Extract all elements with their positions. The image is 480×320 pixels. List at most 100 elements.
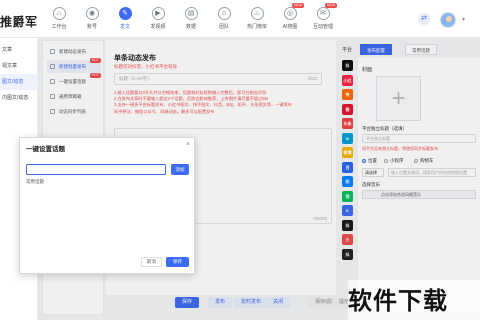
platform-bilibili-icon[interactable]: B	[342, 132, 353, 144]
video-icon: ▶	[151, 7, 165, 20]
common-topics-label: 常用话题	[26, 179, 44, 184]
document-icon	[50, 94, 55, 99]
platform-xiaohongshu-icon[interactable]: 小红	[342, 74, 353, 86]
nav-label: 互动管理	[312, 24, 333, 30]
platform-kuaishou-icon[interactable]: 快	[342, 89, 353, 100]
action-button[interactable]: 关闭	[266, 297, 291, 308]
right-tabs: 平台 发布配置 常用话题	[342, 44, 480, 56]
app-logo[interactable]: 推爵军	[0, 13, 38, 30]
chevron-down-icon[interactable]: ▾	[462, 16, 465, 23]
cover-label: 封面	[362, 67, 373, 73]
nav-item-post[interactable]: ✎ 发文	[110, 7, 140, 30]
platform-baijia-icon[interactable]: 百	[342, 161, 353, 173]
sidebar-item[interactable]: 图文/动态	[0, 74, 38, 90]
radio-option[interactable]: 位置	[362, 158, 377, 164]
set-topic-dialog: 一键设置话题 × 添加 常用话题 取消 保存	[19, 137, 195, 274]
platform-title-input[interactable]: 平台独立标题	[362, 134, 476, 143]
platform-label: 平台	[342, 47, 353, 53]
avatar-head	[446, 16, 452, 22]
watermark-text: 软件下载	[348, 287, 448, 315]
location-search-input[interactable]: 输入位置关键词，搜索用户所在的地理位置	[388, 168, 476, 177]
new-badge: NEW	[325, 3, 338, 8]
radio-option[interactable]: 购物车	[414, 158, 434, 164]
nav-item-ai-image[interactable]: ◎ NEW AI搜图	[275, 3, 305, 30]
home-icon-glyph: ⌂	[56, 10, 62, 17]
sidebar-item[interactable]: 视文章	[0, 58, 38, 74]
title-input[interactable]: 标题（0~20字） 0/20	[114, 73, 322, 85]
submenu-item[interactable]: 一键设置话题 HOT	[47, 73, 101, 88]
radio-label: 购物车	[420, 158, 434, 163]
nav-item-interaction[interactable]: ✉ NEW 互动管理	[308, 3, 338, 30]
hot-badge: HOT	[89, 73, 101, 78]
submenu-item[interactable]: 动态同步列表	[47, 105, 101, 118]
radio-button[interactable]	[362, 158, 366, 163]
platform-weibo-icon[interactable]: 微	[342, 103, 353, 115]
home-icon: ⌂	[52, 7, 66, 20]
platform-list: 抖小红快微头条 B 微博百知视 K 抖火抖	[342, 60, 354, 315]
submenu-item[interactable]: 新建动态发布	[47, 45, 101, 58]
cancel-button[interactable]: 取消	[141, 257, 162, 267]
radio-button[interactable]	[384, 158, 388, 163]
nav-item-home[interactable]: ⌂ 工作台	[44, 7, 74, 30]
submenu-label: 一键设置话题	[59, 79, 86, 84]
location-select[interactable]: 请选择	[362, 168, 384, 177]
page-title: 单条动态发布	[114, 55, 156, 62]
ai-image-icon: ◎	[283, 7, 297, 20]
submenu-item[interactable]: 通用草稿箱	[47, 90, 101, 103]
platform-douyin-icon[interactable]: 抖	[342, 60, 353, 71]
sidebar-item[interactable]: 内图文/动态	[0, 90, 38, 106]
title-hint: 标题仅对抖音、小红书平台有效	[114, 64, 177, 69]
document-icon	[50, 49, 55, 54]
nav-item-team[interactable]: ☺ 团队	[209, 7, 239, 30]
platform-douyin2-icon[interactable]: 抖	[342, 219, 353, 231]
nav-item-data[interactable]: ▤ 数据	[176, 7, 206, 30]
music-label: 选择音乐	[362, 182, 380, 187]
nav-label: 工作台	[51, 24, 67, 30]
nav-label: 发视频	[150, 24, 166, 30]
interaction-icon-glyph: ✉	[320, 10, 326, 17]
action-button[interactable]: 保存	[175, 297, 200, 308]
submenu-label: 新建批量发布	[59, 64, 86, 69]
submenu-item[interactable]: 新建批量发布 HOT	[47, 58, 101, 73]
cover-upload[interactable]: +	[376, 76, 421, 121]
dialog-title: 一键设置话题	[26, 146, 65, 153]
nav-label: AI搜图	[282, 24, 298, 30]
close-icon[interactable]: ×	[186, 141, 190, 148]
submenu-label: 动态同步列表	[59, 109, 86, 114]
save-button[interactable]: 保存	[166, 257, 189, 267]
top-bar: 推爵军 ⌂ 工作台 ◉ 账号 ✎ 发文 ▶ 发视频 ▤ 数据 ☺ 团队 ♨ 热门榜单 ◎ NEW AI搜图 ✉ NE…	[0, 0, 480, 38]
radio-button[interactable]	[414, 158, 418, 163]
account-icon: ◉	[85, 7, 99, 20]
radio-option[interactable]: 小程序	[384, 158, 404, 164]
hot-badge: HOT	[89, 58, 101, 63]
avatar[interactable]	[440, 12, 456, 28]
watermark: 软件下载	[348, 280, 480, 320]
interaction-icon: ✉	[316, 7, 330, 20]
nav-item-hot-list[interactable]: ♨ 热门榜单	[242, 7, 272, 30]
tips-list: 1.输入话题要以#开头并以空格结束，话题和好友昵称输入完整后，即可在前台识别 2.…	[114, 90, 324, 115]
new-badge: NEW	[292, 3, 305, 8]
nav-label: 热门榜单	[246, 24, 267, 30]
tab-common-topics[interactable]: 常用话题	[405, 44, 437, 55]
platform-weibo2-icon[interactable]: 微博	[342, 147, 353, 158]
user-switch-icon[interactable]: ⇄	[418, 13, 430, 25]
add-topic-button[interactable]: 添加	[171, 164, 189, 175]
platform-douyin3-icon[interactable]: 抖	[342, 248, 353, 260]
action-button[interactable]: 定时发布	[234, 297, 269, 308]
nav-item-account[interactable]: ◉ 账号	[77, 7, 107, 30]
platform-toutiao-icon[interactable]: 头条	[342, 118, 353, 129]
document-icon	[50, 109, 55, 114]
topic-input[interactable]	[26, 164, 166, 175]
document-icon	[50, 64, 55, 69]
action-button[interactable]: 发布	[208, 297, 233, 308]
nav-label: 数据	[185, 24, 196, 30]
platform-huoshan-icon[interactable]: 火	[342, 234, 353, 245]
tab-publish-config[interactable]: 发布配置	[360, 44, 392, 55]
nav-item-video[interactable]: ▶ 发视频	[143, 7, 173, 30]
post-icon-glyph: ✎	[122, 10, 128, 17]
music-select[interactable]: 点击添加合适风格音乐	[362, 190, 476, 199]
platform-kuaishou2-icon[interactable]: K	[342, 205, 353, 216]
platform-zhihu-icon[interactable]: 知	[342, 176, 353, 187]
platform-wechat-icon[interactable]: 视	[342, 190, 353, 202]
sidebar-item[interactable]: 文章	[0, 42, 38, 58]
